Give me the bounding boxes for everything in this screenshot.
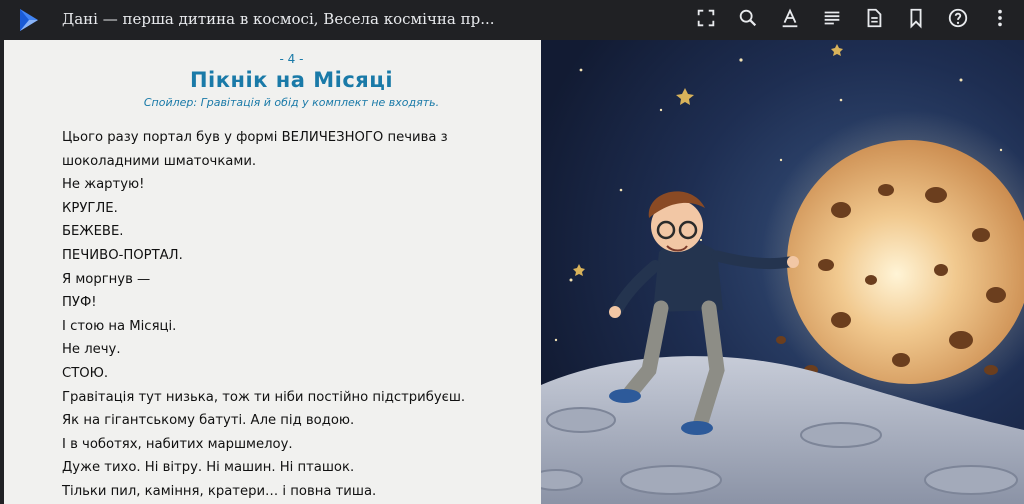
text-line: Дуже тихо. Ні вітру. Ні машин. Ні пташок… [62,460,355,476]
text-line: БЕЖЕВЕ. [62,224,124,240]
text-format-icon [779,7,801,33]
moon-cookie-illustration [541,40,1024,504]
help-icon [947,7,969,33]
search-icon [737,7,759,33]
text-line: Тільки пил, каміння, кратери… і повна ти… [62,483,377,499]
text-line: ПЕЧИВО-ПОРТАЛ. [62,247,183,263]
text-line: І стою на Місяці. [62,318,177,334]
display-options-button[interactable] [774,4,806,36]
top-bar: Дані — перша дитина в космосі, Весела ко… [0,0,1024,40]
page-illustration [541,40,1024,504]
more-options-button[interactable] [984,4,1016,36]
book-page[interactable]: - 4 - Пікнік на Місяці Спойлер: Гравітац… [4,40,541,504]
text-line: КРУГЛЕ. [62,200,118,216]
bookmark-icon [905,7,927,33]
text-line: Гравітація тут низька, тож ти ніби пості… [62,389,466,405]
more-vert-icon [989,7,1011,33]
fullscreen-button[interactable] [690,4,722,36]
fullscreen-icon [695,7,717,33]
text-line: Цього разу портал був у формі ВЕЛИЧЕЗНОГ… [62,130,448,145]
chapter-title: Пікнік на Місяці [189,68,394,92]
search-button[interactable] [732,4,764,36]
page-text: Цього разу портал був у формі ВЕЛИЧЕЗНОГ… [62,126,521,504]
toolbar [680,4,1016,36]
contents-button[interactable] [816,4,848,36]
text-line: Я моргнув — [62,271,151,287]
text-line: СТОЮ. [62,365,109,381]
help-button[interactable] [942,4,974,36]
text-line: Як на гігантському батуті. Але під водою… [62,413,355,429]
book-title: Дані — перша дитина в космосі, Весела ко… [62,10,495,28]
chapter-subtitle: Спойлер: Гравітація й обід у комплект не… [143,96,440,109]
page-info-icon [863,7,885,33]
text-line: шоколадними шматочками. [62,153,257,169]
reader-content: - 4 - Пікнік на Місяці Спойлер: Гравітац… [0,40,1024,504]
text-line: Не лечу. [62,342,121,358]
bookmark-button[interactable] [900,4,932,36]
text-line: І в чоботях, набитих маршмелоу. [62,436,293,452]
about-book-button[interactable] [858,4,890,36]
contents-icon [821,7,843,33]
text-line: Не жартую! [62,177,145,193]
app-logo-icon[interactable] [16,7,42,33]
page-number: - 4 - [279,52,304,66]
text-line: ПУФ! [62,295,97,311]
